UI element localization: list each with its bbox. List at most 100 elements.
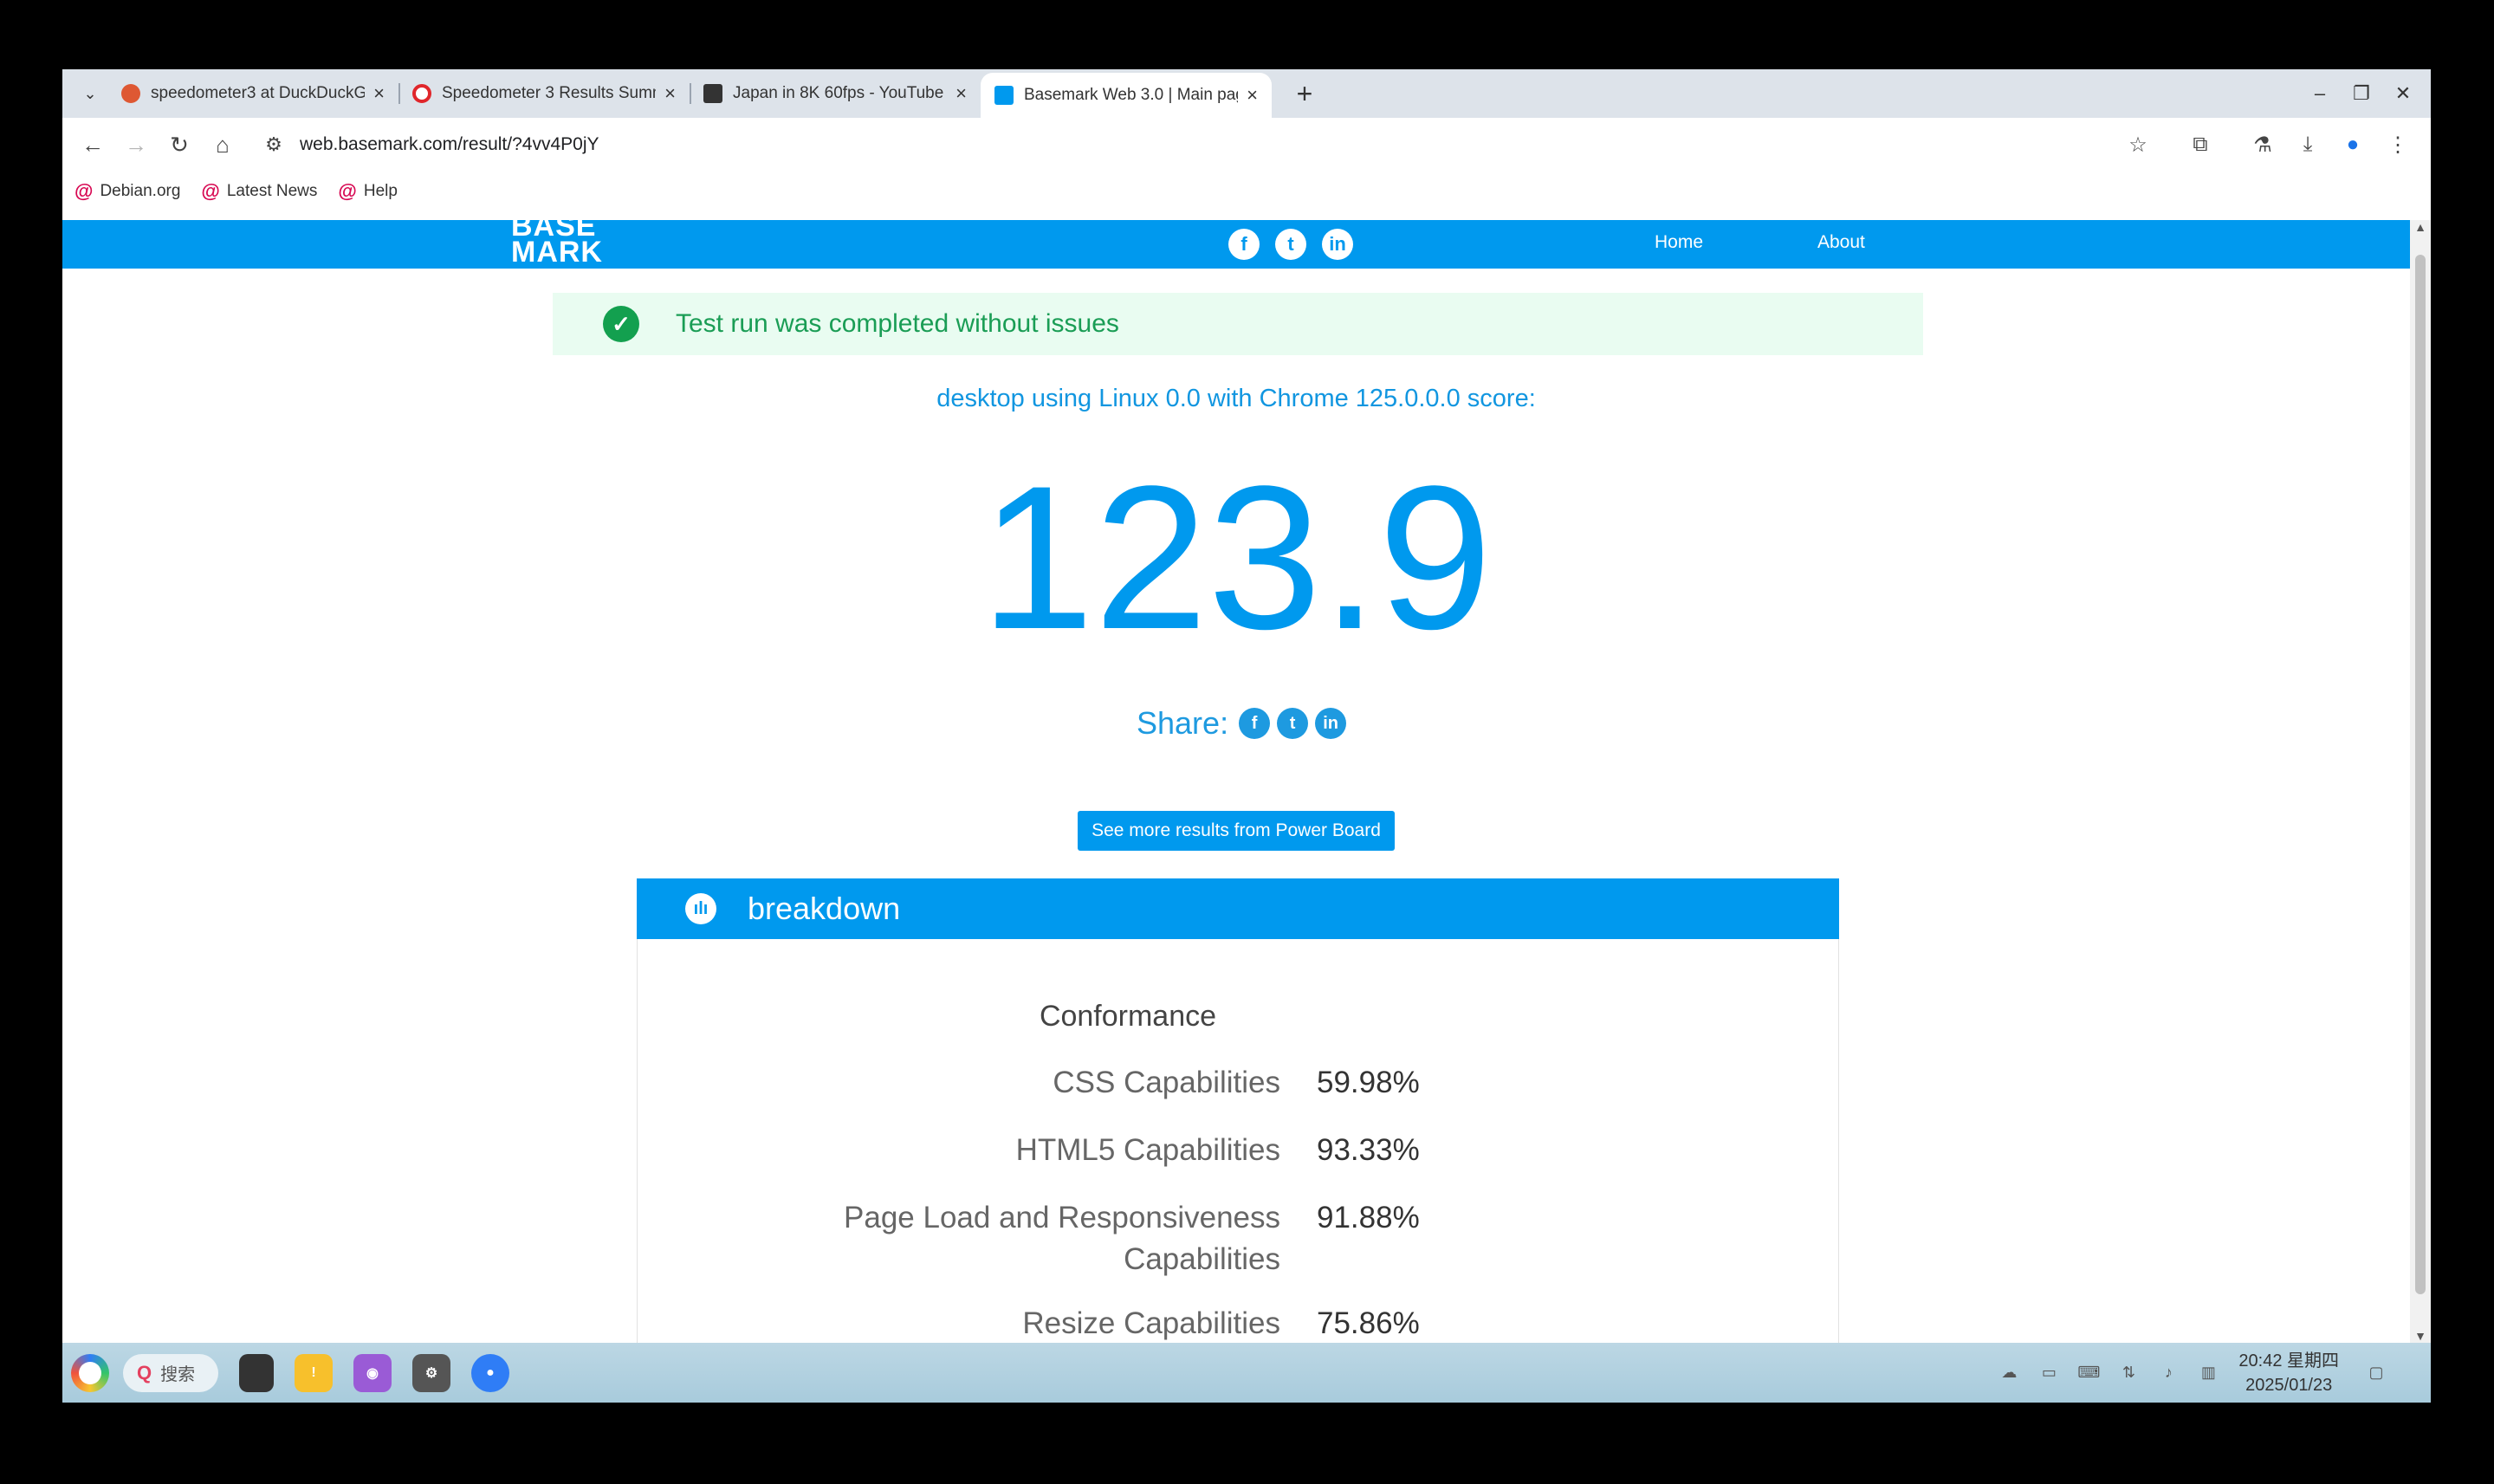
notes-app-icon[interactable]: !	[295, 1353, 333, 1392]
row-value: 91.88%	[1317, 1201, 1420, 1235]
window-controls: – ❐ ✕	[2299, 69, 2424, 118]
bookmark-star-icon[interactable]: ☆	[2115, 133, 2160, 158]
score-value: 123.9	[980, 444, 1493, 672]
debian-icon: @	[74, 180, 94, 202]
bookmark-label: Help	[363, 182, 398, 200]
home-icon[interactable]: ⌂	[201, 132, 244, 159]
bar-chart-icon: ılı	[685, 893, 716, 924]
network-icon[interactable]: ⇅	[2109, 1364, 2148, 1382]
row-label: CSS Capabilities	[1053, 1066, 1280, 1099]
back-icon[interactable]: ←	[71, 132, 114, 159]
close-icon[interactable]: ×	[664, 82, 676, 105]
restore-icon[interactable]: ❐	[2341, 82, 2382, 105]
close-icon[interactable]: ×	[373, 82, 385, 105]
tab-speedometer-results[interactable]: Speedometer 3 Results Summary ×	[398, 69, 690, 118]
desktop-screen: ⌄ speedometer3 at DuckDuckGo × Speedomet…	[62, 69, 2431, 1403]
clock[interactable]: 20:42 星期四 2025/01/23	[2238, 1349, 2339, 1397]
search-icon: Q	[137, 1361, 152, 1384]
panel-icon[interactable]: ▥	[2188, 1364, 2228, 1382]
breakdown-header[interactable]: ılı breakdown	[637, 878, 1839, 939]
row-value: 93.33%	[1317, 1133, 1420, 1167]
close-icon[interactable]: ×	[1247, 84, 1258, 107]
tab-search-button[interactable]: ⌄	[73, 76, 107, 111]
basemark-icon	[994, 86, 1014, 105]
labs-icon[interactable]: ⚗	[2240, 133, 2285, 158]
logo-bottom: MARK	[511, 236, 603, 269]
tab-title: Speedometer 3 Results Summary	[442, 84, 656, 102]
bookmark-debian[interactable]: @ Debian.org	[74, 180, 180, 203]
linkedin-icon[interactable]: in	[1315, 708, 1347, 739]
check-icon: ✓	[603, 306, 639, 342]
scroll-thumb[interactable]	[2415, 255, 2426, 1294]
nav-home-link[interactable]: Home	[1655, 232, 1703, 253]
row-value: 59.98%	[1317, 1066, 1420, 1099]
new-tab-button[interactable]: +	[1287, 78, 1322, 110]
success-alert: ✓ Test run was completed without issues	[553, 293, 1923, 355]
row-label: Resize Capabilities	[1022, 1306, 1280, 1340]
clipboard-icon[interactable]: ▭	[2029, 1364, 2069, 1382]
breakdown-title: breakdown	[748, 891, 901, 926]
site-info-icon[interactable]: ⚙	[256, 133, 291, 156]
page-viewport: BASE MARK f t in Home About ✓ Test run w…	[62, 220, 2410, 1343]
linkedin-icon[interactable]: in	[1322, 229, 1353, 260]
chevron-down-icon: ⌄	[83, 84, 97, 102]
tab-duckduckgo[interactable]: speedometer3 at DuckDuckGo ×	[107, 69, 398, 118]
camera-app-icon[interactable]: ◉	[353, 1353, 392, 1392]
close-window-icon[interactable]: ✕	[2382, 82, 2424, 105]
close-icon[interactable]: ×	[955, 82, 967, 105]
settings-app-icon[interactable]: ⚙	[412, 1353, 450, 1392]
url-text[interactable]: web.basemark.com/result/?4vv4P0jY	[300, 134, 599, 155]
bookmark-help[interactable]: @ Help	[338, 180, 398, 203]
tab-title: Japan in 8K 60fps - YouTube	[733, 84, 944, 102]
volume-icon[interactable]: ♪	[2148, 1364, 2188, 1382]
tab-basemark[interactable]: Basemark Web 3.0 | Main page ×	[981, 73, 1272, 118]
bookmark-label: Latest News	[226, 182, 318, 200]
keyboard-icon[interactable]: ⌨	[2069, 1364, 2109, 1382]
scroll-up-icon[interactable]: ▲	[2410, 220, 2431, 234]
debian-icon: @	[338, 180, 357, 202]
menu-icon[interactable]: ⋮	[2375, 133, 2420, 158]
taskbar: Q 搜索 ! ◉ ⚙ ● ☁ ▭ ⌨ ⇅ ♪ ▥ 20:42 星期四 2025/…	[62, 1343, 2431, 1403]
bookmark-label: Debian.org	[100, 182, 181, 200]
conformance-heading: Conformance	[1039, 1000, 1217, 1033]
twitter-icon[interactable]: t	[1277, 708, 1309, 739]
page-scrollbar[interactable]: ▲ ▼	[2410, 220, 2431, 1343]
extensions-icon[interactable]: ⧉	[2178, 133, 2223, 157]
launcher-icon[interactable]	[71, 1353, 109, 1392]
download-icon[interactable]: ⤓	[2285, 133, 2330, 157]
nav-social-links: f t in	[1228, 229, 1353, 260]
basemark-logo[interactable]: BASE MARK	[511, 220, 603, 269]
cloud-icon[interactable]: ☁	[1989, 1364, 2029, 1382]
address-bar[interactable]: ⚙ web.basemark.com/result/?4vv4P0jY	[256, 126, 2145, 164]
browser-toolbar: ← → ↻ ⌂ ⚙ web.basemark.com/result/?4vv4P…	[62, 118, 2431, 172]
minimize-icon[interactable]: –	[2299, 82, 2341, 105]
scroll-down-icon[interactable]: ▼	[2410, 1329, 2431, 1343]
tab-youtube[interactable]: Japan in 8K 60fps - YouTube ×	[690, 69, 981, 118]
nav-about-link[interactable]: About	[1817, 232, 1865, 253]
row-label: HTML5 Capabilities	[1015, 1133, 1280, 1167]
clock-time: 20:42 星期四	[2238, 1351, 2339, 1371]
row-value: 75.86%	[1317, 1306, 1420, 1340]
facebook-icon[interactable]: f	[1239, 708, 1271, 739]
twitter-icon[interactable]: t	[1275, 229, 1306, 260]
alert-message: Test run was completed without issues	[676, 309, 1119, 338]
system-tray: ☁ ▭ ⌨ ⇅ ♪ ▥ 20:42 星期四 2025/01/23 ▢	[1989, 1343, 2396, 1403]
power-board-button[interactable]: See more results from Power Board	[1078, 811, 1395, 851]
toolbar-actions: ☆ ⧉ ⚗ ⤓ ● ⋮	[2115, 118, 2420, 172]
tab-title: Basemark Web 3.0 | Main page	[1024, 86, 1239, 104]
notification-icon[interactable]: ▢	[2356, 1364, 2396, 1382]
search-placeholder: 搜索	[160, 1365, 196, 1384]
multitask-view-icon[interactable]	[239, 1353, 274, 1392]
tab-strip: ⌄ speedometer3 at DuckDuckGo × Speedomet…	[62, 69, 2431, 118]
reload-icon[interactable]: ↻	[158, 132, 201, 159]
bookmarks-bar: @ Debian.org @ Latest News @ Help	[62, 172, 2431, 211]
forward-icon[interactable]: →	[114, 132, 158, 159]
row-label: Page Load and Responsiveness Capabilitie…	[844, 1201, 1280, 1276]
taskbar-search[interactable]: Q 搜索	[123, 1353, 218, 1392]
facebook-icon[interactable]: f	[1228, 229, 1260, 260]
profile-icon[interactable]: ●	[2330, 133, 2375, 157]
chrome-app-icon[interactable]: ●	[471, 1353, 509, 1392]
site-navbar: BASE MARK f t in Home About	[62, 220, 2410, 269]
duckduckgo-icon	[121, 84, 140, 103]
bookmark-latest-news[interactable]: @ Latest News	[201, 180, 317, 203]
